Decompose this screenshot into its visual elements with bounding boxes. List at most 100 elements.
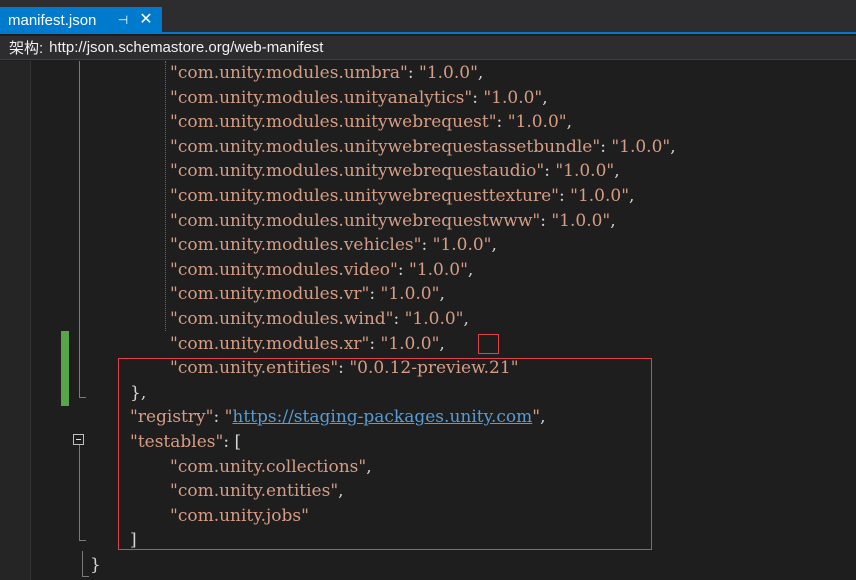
code-token: " bbox=[532, 407, 541, 428]
code-token: "com.unity.modules.unitywebrequestwww" bbox=[170, 210, 541, 231]
code-line: "com.unity.modules.unitywebrequestaudio"… bbox=[170, 159, 620, 183]
close-icon[interactable]: ✕ bbox=[138, 12, 154, 28]
code-token: "1.0.0" bbox=[551, 210, 611, 231]
annotation-box-comma bbox=[478, 334, 499, 354]
code-token: , bbox=[467, 259, 474, 280]
schema-bar: 架构: http://json.schemastore.org/web-mani… bbox=[0, 36, 856, 60]
code-line: "registry": "https://staging-packages.un… bbox=[130, 405, 545, 429]
code-token: : bbox=[559, 186, 571, 206]
code-line: } bbox=[90, 553, 101, 577]
code-token: : bbox=[540, 210, 552, 231]
code-token: ] bbox=[130, 530, 137, 551]
code-token: "com.unity.entities" bbox=[170, 481, 339, 502]
code-line: "com.unity.collections", bbox=[170, 455, 372, 479]
code-line: "com.unity.modules.unitywebrequesttextur… bbox=[170, 184, 634, 208]
outline-guide-tick bbox=[79, 540, 86, 541]
code-line: "com.unity.modules.unitywebrequestassetb… bbox=[170, 135, 676, 159]
code-line: "com.unity.modules.vr": "1.0.0", bbox=[170, 282, 445, 306]
code-line: }, bbox=[130, 381, 146, 405]
code-token: "com.unity.modules.unitywebrequestaudio" bbox=[170, 161, 545, 182]
code-token: , bbox=[614, 161, 620, 182]
outline-guide-tick bbox=[79, 397, 86, 398]
code-token: "com.unity.modules.vr" bbox=[170, 284, 370, 305]
code-token: : bbox=[393, 309, 405, 329]
code-token: "com.unity.modules.vehicles" bbox=[170, 235, 422, 256]
code-token: "1.0.0" bbox=[409, 259, 468, 280]
code-line: "com.unity.modules.xr": "1.0.0", bbox=[170, 332, 445, 356]
code-token: , bbox=[463, 309, 469, 329]
tab-strip: manifest.json ⊣ ✕ bbox=[0, 0, 856, 34]
change-indicator-bar bbox=[61, 331, 69, 406]
schema-label: 架构: bbox=[9, 40, 44, 57]
code-token: , bbox=[439, 284, 445, 305]
code-token: "com.unity.modules.unitywebrequest" bbox=[170, 112, 497, 133]
code-token: "1.0.0" bbox=[404, 309, 464, 329]
outline-guide bbox=[79, 61, 80, 398]
code-token: } bbox=[90, 555, 101, 575]
code-token: "1.0.0" bbox=[611, 136, 671, 157]
code-token: "com.unity.jobs" bbox=[170, 505, 309, 526]
code-line: "com.unity.entities": "0.0.12-preview.21… bbox=[170, 356, 519, 380]
code-token: : bbox=[496, 112, 508, 133]
code-token: , bbox=[542, 87, 548, 108]
code-token: : bbox=[600, 136, 612, 157]
collapse-minus-icon[interactable] bbox=[73, 434, 84, 445]
code-editor[interactable]: "com.unity.modules.umbra": "1.0.0", "com.… bbox=[0, 61, 856, 580]
code-line: ] bbox=[130, 528, 137, 552]
code-token: , bbox=[610, 210, 616, 231]
tab-title: manifest.json bbox=[8, 12, 97, 29]
outline-guide-tick bbox=[82, 576, 89, 577]
code-token: "com.unity.entities" bbox=[170, 358, 339, 379]
code-line: "com.unity.modules.wind": "1.0.0", bbox=[170, 307, 469, 331]
code-token: "1.0.0" bbox=[380, 333, 440, 354]
code-token: "testables" bbox=[130, 432, 224, 452]
outline-guide bbox=[79, 445, 80, 541]
code-token: : bbox=[397, 259, 410, 280]
code-token: , bbox=[670, 136, 676, 157]
code-token: , bbox=[566, 112, 572, 133]
code-token: , bbox=[439, 333, 445, 354]
code-token: : bbox=[338, 358, 350, 379]
code-token: , bbox=[477, 63, 484, 83]
indicator-margin bbox=[0, 61, 30, 580]
code-token: , bbox=[338, 481, 344, 502]
code-token: "1.0.0" bbox=[419, 63, 478, 83]
code-token: "1.0.0" bbox=[380, 284, 440, 305]
pin-icon[interactable]: ⊣ bbox=[116, 13, 130, 27]
code-line: "com.unity.modules.unitywebrequestwww": … bbox=[170, 209, 616, 233]
code-token: "0.0.12-preview.21" bbox=[349, 358, 519, 379]
code-line: "testables": [ bbox=[130, 430, 241, 454]
code-token: : bbox=[544, 161, 556, 182]
tab-manifest-json[interactable]: manifest.json ⊣ ✕ bbox=[0, 7, 162, 34]
code-line: "com.unity.entities", bbox=[170, 479, 344, 503]
code-token: , bbox=[366, 456, 372, 477]
code-token: "1.0.0" bbox=[483, 87, 543, 108]
code-token: }, bbox=[130, 382, 147, 403]
code-token: "com.unity.modules.unityanalytics" bbox=[170, 87, 473, 108]
code-line: "com.unity.modules.vehicles": "1.0.0", bbox=[170, 233, 497, 257]
schema-url-input[interactable]: http://json.schemastore.org/web-manifest bbox=[49, 39, 323, 56]
code-token: , bbox=[629, 186, 635, 206]
code-token: "com.unity.modules.unitywebrequesttextur… bbox=[170, 186, 559, 206]
code-token: "com.unity.modules.umbra" bbox=[170, 63, 408, 83]
code-token: : bbox=[369, 333, 381, 354]
code-token: : bbox=[407, 63, 419, 83]
code-line: "com.unity.jobs" bbox=[170, 504, 309, 528]
code-token: "com.unity.modules.xr" bbox=[170, 333, 370, 354]
code-token: : bbox=[369, 284, 381, 305]
code-token: "com.unity.modules.unitywebrequestassetb… bbox=[170, 136, 601, 157]
code-token: : [ bbox=[223, 432, 242, 452]
code-token: "registry" bbox=[130, 407, 214, 428]
code-token: "com.unity.modules.wind" bbox=[170, 309, 394, 329]
code-line: "com.unity.modules.unitywebrequest": "1.… bbox=[170, 110, 572, 134]
outline-guide bbox=[82, 551, 83, 577]
margin-divider bbox=[30, 61, 31, 580]
code-line: "com.unity.modules.unityanalytics": "1.0… bbox=[170, 86, 548, 110]
code-line: "com.unity.modules.video": "1.0.0", bbox=[170, 258, 473, 282]
code-token: : bbox=[213, 407, 225, 428]
code-token: : bbox=[472, 87, 484, 108]
code-token: "1.0.0" bbox=[555, 161, 615, 182]
indent-guide bbox=[165, 61, 167, 331]
code-token: , bbox=[540, 407, 546, 428]
registry-link[interactable]: https://staging-packages.unity.com bbox=[232, 407, 532, 427]
